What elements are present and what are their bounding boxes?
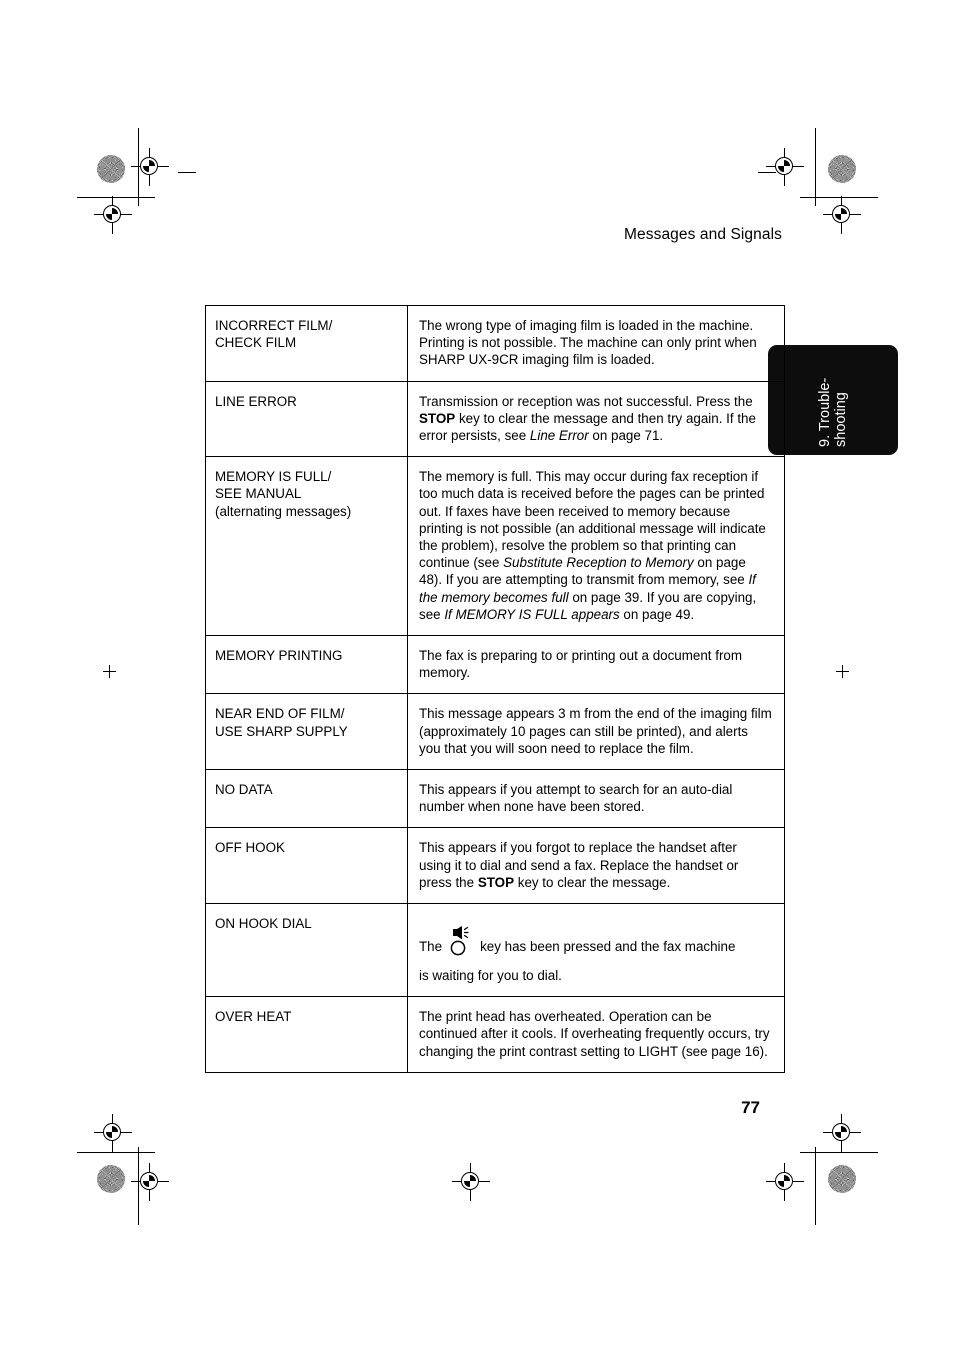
message-name-line: ON HOOK DIAL [215, 916, 312, 932]
registration-mark [452, 1163, 490, 1201]
message-name-cell: LINE ERROR [205, 380, 408, 458]
halftone-dot-mark [97, 1165, 125, 1193]
trim-line-vertical [815, 1147, 816, 1225]
table-row: LINE ERROR Transmission or reception was… [205, 380, 785, 458]
registration-mark [766, 148, 804, 186]
speaker-key-icon [444, 926, 478, 956]
registration-mark [823, 1114, 861, 1152]
halftone-dot-mark [828, 1165, 856, 1193]
message-name-cell: OFF HOOK [205, 827, 408, 905]
chapter-thumb-tab: 9. Trouble- shooting [768, 345, 898, 455]
table-row: INCORRECT FILM/ CHECK FILM The wrong typ… [205, 305, 785, 382]
table-row: OVER HEAT The print head has overheated.… [205, 996, 785, 1073]
table-row: MEMORY PRINTING The fax is preparing to … [205, 635, 785, 695]
halftone-dot-mark [828, 155, 856, 183]
registration-mark [823, 196, 861, 234]
table-body: INCORRECT FILM/ CHECK FILM The wrong typ… [205, 305, 785, 1073]
trim-line-vertical [815, 128, 816, 206]
table-row: NEAR END OF FILM/ USE SHARP SUPPLY This … [205, 693, 785, 771]
message-name-cell: ON HOOK DIAL [205, 903, 408, 998]
registration-mark [766, 1163, 804, 1201]
message-name-line: OFF HOOK [215, 840, 285, 856]
message-name-line: NEAR END OF FILM/ [215, 706, 345, 722]
message-name-line: SEE MANUAL [215, 486, 302, 502]
message-name-cell: OVER HEAT [205, 996, 408, 1073]
message-name-line: INCORRECT FILM/ [215, 318, 333, 333]
message-description-cell: The memory is full. This may occur durin… [407, 456, 785, 637]
trim-line-horizontal [758, 172, 776, 173]
message-name-line: (alternating messages) [215, 503, 352, 519]
message-name-line: LINE ERROR [215, 393, 297, 409]
table-row: NO DATA This appears if you attempt to s… [205, 769, 785, 829]
message-name-cell: INCORRECT FILM/ CHECK FILM [205, 305, 408, 382]
message-description-cell: The print head has overheated. Operation… [407, 996, 785, 1073]
document-page: Messages and Signals 9. Trouble- shootin… [0, 0, 954, 1351]
message-description-cell: The wrong type of imaging film is loaded… [407, 305, 785, 382]
message-description-cell: This message appears 3 m from the end of… [407, 693, 785, 771]
message-name-cell: NEAR END OF FILM/ USE SHARP SUPPLY [205, 693, 408, 771]
trim-line-horizontal [800, 1152, 878, 1153]
onhook-description-line-2: is waiting for you to dial. [419, 968, 562, 984]
table-row: MEMORY IS FULL/ SEE MANUAL (alternating … [205, 456, 785, 637]
running-header-title: Messages and Signals [624, 226, 782, 243]
message-description-cell: This appears if you forgot to replace th… [407, 827, 785, 905]
thumb-tab-line-2: shooting [833, 392, 849, 447]
table-row: OFF HOOK This appears if you forgot to r… [205, 827, 785, 905]
message-description-cell: This appears if you attempt to search fo… [407, 769, 785, 829]
registration-mark [131, 148, 169, 186]
edge-crosshair-mark [103, 665, 116, 678]
onhook-description-line-1: The key has been pressed and the fax mac… [419, 926, 772, 956]
registration-mark [94, 1114, 132, 1152]
message-name-line: MEMORY IS FULL/ [215, 469, 332, 485]
trim-line-horizontal [77, 1152, 155, 1153]
message-name-line: OVER HEAT [215, 1009, 292, 1025]
message-name-cell: MEMORY PRINTING [205, 635, 408, 695]
thumb-tab-line-1: 9. Trouble- [816, 377, 833, 447]
message-name-cell: MEMORY IS FULL/ SEE MANUAL (alternating … [205, 456, 408, 637]
messages-and-signals-table: INCORRECT FILM/ CHECK FILM The wrong typ… [205, 305, 785, 1073]
message-description-cell: The key has been pressed and the fax mac… [407, 903, 785, 998]
trim-line-horizontal [178, 172, 196, 173]
message-name-line: NO DATA [215, 782, 273, 798]
halftone-dot-mark [97, 155, 125, 183]
message-name-cell: NO DATA [205, 769, 408, 829]
page-number: 77 [741, 1098, 760, 1117]
message-name-line: USE SHARP SUPPLY [215, 723, 348, 739]
message-description-cell: Transmission or reception was not succes… [407, 380, 785, 458]
message-description-cell: The fax is preparing to or printing out … [407, 635, 785, 695]
edge-crosshair-mark [836, 665, 849, 678]
message-name-line: CHECK FILM [215, 335, 297, 351]
message-name-line: MEMORY PRINTING [215, 648, 343, 664]
onhook-text-before-icon: The [419, 938, 443, 954]
table-row: ON HOOK DIAL The key has been pressed an… [205, 903, 785, 998]
onhook-text-after-icon: key has been pressed and the fax machine [480, 938, 736, 954]
registration-mark [131, 1163, 169, 1201]
